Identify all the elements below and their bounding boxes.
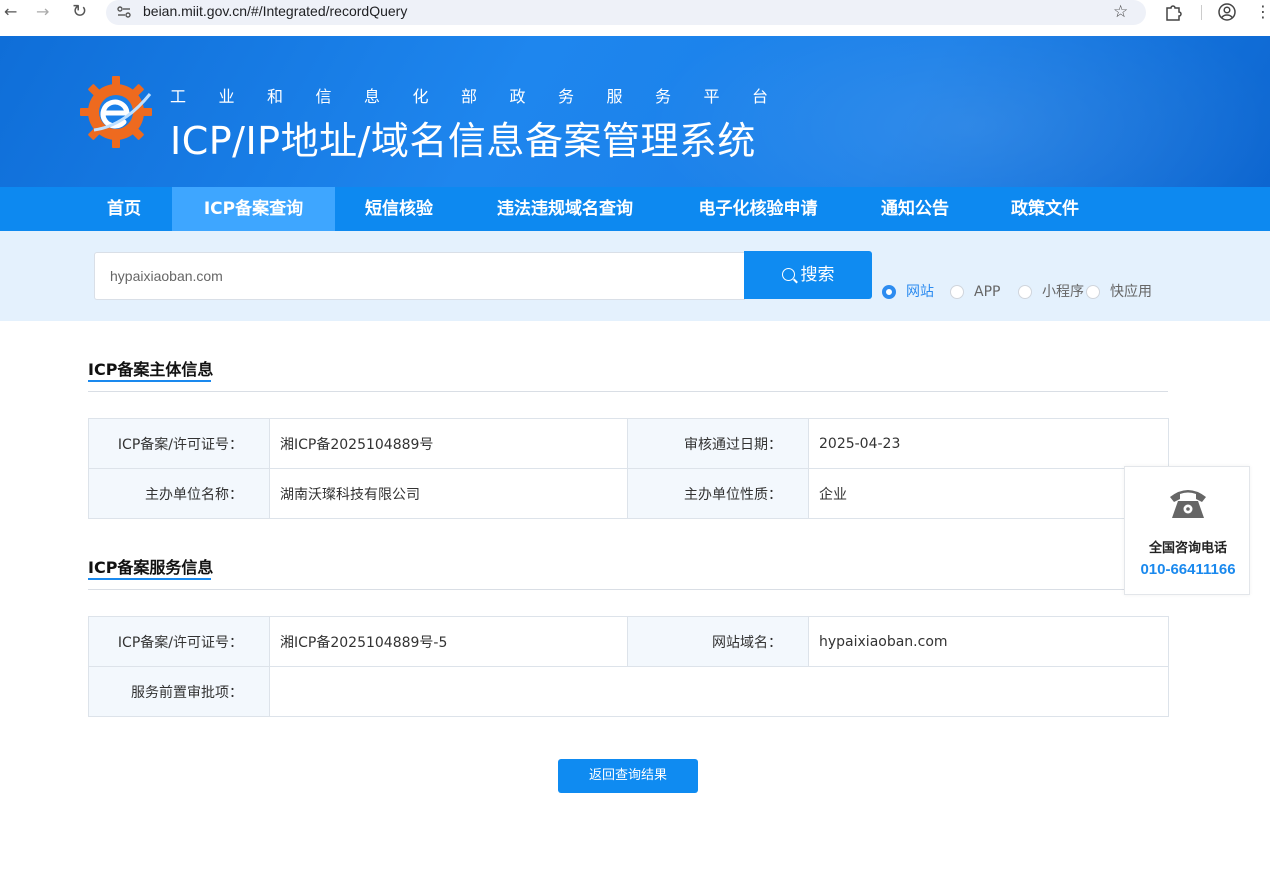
preapproval-label: 服务前置审批项： <box>88 666 270 717</box>
radio-dot <box>950 285 964 299</box>
url-text: beian.miit.gov.cn/#/Integrated/recordQue… <box>143 3 408 19</box>
radio-dot <box>1018 285 1032 299</box>
nav-icp-query[interactable]: ICP备案查询 <box>172 187 335 231</box>
nav-e-verify-apply[interactable]: 电子化核验申请 <box>677 187 839 231</box>
toolbar-divider <box>1201 5 1202 20</box>
nav-illegal-domain-query[interactable]: 违法违规域名查询 <box>475 187 655 231</box>
preapproval-value <box>269 666 1169 717</box>
main-nav: 首页 ICP备案查询 短信核验 违法违规域名查询 电子化核验申请 通知公告 政策… <box>0 187 1270 231</box>
organizer-type-label: 主办单位性质： <box>627 468 809 519</box>
section-underline <box>88 380 211 382</box>
approval-date-value: 2025-04-23 <box>808 418 1169 469</box>
forward-arrow-icon[interactable]: → <box>36 1 49 23</box>
browser-menu-icon[interactable]: ⋮ <box>1255 3 1270 21</box>
subject-info-title: ICP备案主体信息 <box>88 360 214 379</box>
subject-info-table: ICP备案/许可证号： 湘ICP备2025104889号 审核通过日期： 202… <box>88 418 1169 519</box>
service-license-value: 湘ICP备2025104889号-5 <box>269 616 628 667</box>
radio-label: APP <box>974 284 1001 300</box>
search-button-label: 搜索 <box>800 265 835 285</box>
section-divider <box>88 589 1168 590</box>
bookmark-star-icon[interactable]: ☆ <box>1113 2 1128 22</box>
search-panel: hypaixiaoban.com 搜索 网站 APP 小程序 快应用 <box>0 231 1270 321</box>
header-banner: 工业和信息化部政务服务平台 ICP/IP地址/域名信息备案管理系统 <box>0 36 1270 187</box>
table-row: ICP备案/许可证号： 湘ICP备2025104889号 审核通过日期： 202… <box>88 418 1169 469</box>
platform-subtitle: 工业和信息化部政务服务平台 <box>170 87 801 106</box>
approval-date-label: 审核通过日期： <box>627 418 809 469</box>
search-icon <box>781 268 795 281</box>
miit-logo-icon <box>80 76 152 148</box>
radio-label: 小程序 <box>1042 284 1084 300</box>
section-underline <box>88 578 211 580</box>
search-input[interactable]: hypaixiaoban.com <box>94 252 745 300</box>
table-row: ICP备案/许可证号： 湘ICP备2025104889号-5 网站域名： hyp… <box>88 616 1169 667</box>
hotline-number: 010-66411166 <box>1140 561 1236 578</box>
browser-toolbar: ← → ↻ beian.miit.gov.cn/#/Integrated/rec… <box>0 0 1270 25</box>
organizer-name-value: 湖南沃璨科技有限公司 <box>269 468 628 519</box>
system-title: ICP/IP地址/域名信息备案管理系统 <box>170 119 756 163</box>
nav-home[interactable]: 首页 <box>88 187 160 231</box>
organizer-type-value: 企业 <box>808 468 1169 519</box>
telephone-icon <box>1170 490 1206 518</box>
hotline-label: 全国咨询电话 <box>1148 541 1227 556</box>
back-arrow-icon[interactable]: ← <box>4 1 17 23</box>
radio-dot <box>882 285 896 299</box>
table-row: 服务前置审批项： <box>88 666 1169 717</box>
nav-policy-docs[interactable]: 政策文件 <box>992 187 1098 231</box>
profile-avatar-icon[interactable] <box>1218 3 1236 21</box>
site-info-icon[interactable] <box>116 4 132 20</box>
extensions-puzzle-icon[interactable] <box>1164 3 1182 21</box>
hotline-widget[interactable]: 全国咨询电话 010-66411166 <box>1124 466 1250 595</box>
address-bar[interactable]: beian.miit.gov.cn/#/Integrated/recordQue… <box>106 0 1146 25</box>
license-label: ICP备案/许可证号： <box>88 418 270 469</box>
table-row: 主办单位名称： 湖南沃璨科技有限公司 主办单位性质： 企业 <box>88 468 1169 519</box>
license-value: 湘ICP备2025104889号 <box>269 418 628 469</box>
service-info-title: ICP备案服务信息 <box>88 558 214 577</box>
back-to-results-button[interactable]: 返回查询结果 <box>558 759 698 793</box>
domain-label: 网站域名： <box>627 616 809 667</box>
radio-dot <box>1086 285 1100 299</box>
search-button[interactable]: 搜索 <box>744 251 872 299</box>
radio-label: 快应用 <box>1110 284 1152 300</box>
reload-icon[interactable]: ↻ <box>72 1 87 23</box>
organizer-name-label: 主办单位名称： <box>88 468 270 519</box>
service-info-table: ICP备案/许可证号： 湘ICP备2025104889号-5 网站域名： hyp… <box>88 616 1169 717</box>
domain-value: hypaixiaoban.com <box>808 616 1169 667</box>
section-divider <box>88 391 1168 392</box>
radio-label: 网站 <box>906 284 934 300</box>
nav-notices[interactable]: 通知公告 <box>862 187 968 231</box>
nav-sms-verify[interactable]: 短信核验 <box>347 187 451 231</box>
service-license-label: ICP备案/许可证号： <box>88 616 270 667</box>
